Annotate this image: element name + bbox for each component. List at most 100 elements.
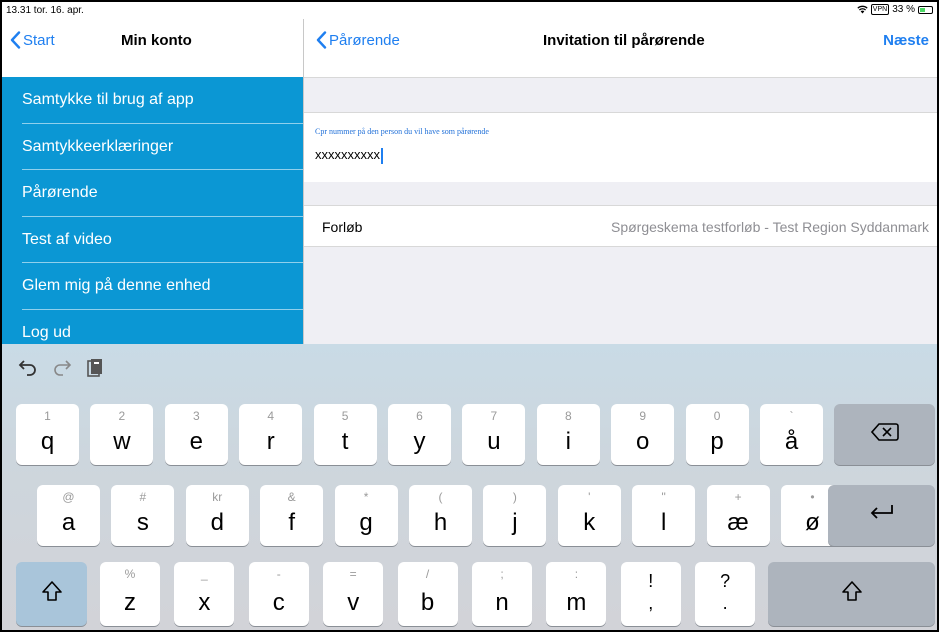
menu-item-label: Glem mig på denne enhed [22, 277, 211, 295]
shift-icon [41, 581, 62, 601]
key-c[interactable]: -c [248, 562, 309, 626]
key-b[interactable]: / b [397, 562, 458, 626]
key-w[interactable]: 2w [90, 404, 154, 465]
key-j[interactable]: ) j [483, 485, 547, 546]
key-æ[interactable]: + æ [706, 485, 770, 546]
undo-icon[interactable] [18, 358, 38, 382]
key-å[interactable]: ` å [760, 404, 823, 465]
status-right: VPN 33 % [857, 4, 933, 15]
section-spacer [304, 77, 937, 112]
key-secondary-label: & [287, 490, 296, 504]
key-secondary-label: ) [512, 490, 517, 504]
key-period[interactable]: ?. [695, 562, 756, 626]
next-button[interactable]: Næste [883, 32, 929, 49]
key-primary-label: n [495, 589, 509, 616]
key-x[interactable]: _ x [174, 562, 235, 626]
key-n[interactable]: ; n [472, 562, 532, 626]
key-secondary-label: : [574, 567, 579, 581]
relatives-back-label: Pårørende [329, 31, 400, 49]
left-panel: Start Min konto Samtykke til brug af app… [2, 19, 304, 344]
key-s[interactable]: # s [111, 485, 175, 546]
key-k[interactable]: ' k [557, 485, 621, 546]
account-menu: Samtykke til brug af app Samtykkeerklæri… [2, 77, 303, 344]
key-secondary-label: 8 [564, 409, 572, 423]
chevron-left-icon [10, 31, 21, 49]
key-primary-label: r [266, 428, 275, 455]
key-secondary-label: ' [588, 490, 591, 504]
shift-key-left[interactable] [16, 562, 87, 626]
cpr-input[interactable]: xxxxxxxxxx [315, 147, 383, 164]
key-u[interactable]: 7u [462, 404, 526, 465]
key-q[interactable]: 1q [16, 404, 79, 465]
course-row[interactable]: Forløb Spørgeskema testforløb - Test Reg… [304, 205, 937, 247]
key-v[interactable]: = v [323, 562, 384, 626]
cpr-input-value: xxxxxxxxxx [315, 147, 380, 162]
key-e[interactable]: 3e [164, 404, 228, 465]
key-secondary-label: ! [648, 571, 654, 591]
key-primary-label: å [784, 428, 799, 455]
menu-item-logout[interactable]: Log ud [2, 310, 303, 345]
key-secondary-label: = [349, 567, 357, 581]
battery-percent: 33 % [892, 4, 915, 15]
key-primary-label: h [433, 509, 448, 536]
key-primary-label: d [210, 509, 224, 536]
key-primary-label: w [113, 428, 131, 455]
key-secondary-label: kr [212, 490, 223, 504]
key-g[interactable]: * g [334, 485, 398, 546]
redo-icon[interactable] [52, 358, 72, 382]
key-secondary-label: 9 [639, 409, 647, 423]
key-secondary-label: - [276, 567, 281, 581]
menu-item-label: Test af video [22, 230, 112, 248]
key-primary-label: s [136, 509, 149, 536]
key-primary-label: æ [727, 509, 749, 536]
key-secondary-label: ` [789, 409, 794, 423]
key-a[interactable]: @ a [37, 485, 100, 546]
paste-icon[interactable] [86, 358, 104, 384]
start-back-button[interactable]: Start [10, 31, 55, 49]
start-back-label: Start [23, 31, 55, 49]
return-key[interactable] [828, 485, 935, 546]
key-r[interactable]: 4r [239, 404, 303, 465]
key-primary-label: l [661, 509, 667, 536]
shift-key-right[interactable] [768, 562, 935, 626]
menu-item-label: Samtykke til brug af app [22, 91, 194, 109]
key-primary-label: c [272, 589, 285, 616]
key-t[interactable]: 5t [313, 404, 377, 465]
key-secondary-label: ; [500, 567, 504, 581]
key-p[interactable]: 0p [685, 404, 749, 465]
key-primary-label: i [565, 428, 571, 455]
battery-icon [918, 5, 933, 14]
menu-item-consent-declarations[interactable]: Samtykkeerklæringer [2, 124, 303, 171]
key-y[interactable]: 6y [388, 404, 451, 465]
key-m[interactable]: :m [546, 562, 607, 626]
key-o[interactable]: 9o [611, 404, 675, 465]
key-secondary-label: " [661, 490, 666, 504]
menu-item-forget-device[interactable]: Glem mig på denne enhed [2, 263, 303, 310]
key-secondary-label: 1 [44, 409, 51, 423]
key-primary-label: b [420, 589, 435, 616]
key-z[interactable]: % z [100, 562, 160, 626]
key-f[interactable]: & f [260, 485, 324, 546]
key-primary-label: t [341, 428, 349, 455]
key-primary-label: f [288, 509, 296, 536]
key-secondary-label: 7 [490, 409, 498, 423]
backspace-key[interactable] [834, 404, 935, 465]
key-d[interactable]: kr d [185, 485, 249, 546]
key-primary-label: e [189, 428, 203, 455]
key-l[interactable]: " l [632, 485, 696, 546]
key-secondary-label: 6 [416, 409, 423, 423]
menu-item-test-video[interactable]: Test af video [2, 217, 303, 264]
key-primary-label: y [413, 428, 426, 455]
cpr-input-cell[interactable]: Cpr nummer på den person du vil have som… [304, 112, 937, 182]
relatives-back-button[interactable]: Pårørende [316, 31, 400, 49]
key-secondary-label: _ [201, 567, 208, 581]
key-comma[interactable]: !, [620, 562, 681, 626]
menu-item-consent-app[interactable]: Samtykke til brug af app [2, 77, 303, 124]
key-i[interactable]: 8i [536, 404, 600, 465]
menu-item-relatives[interactable]: Pårørende [2, 170, 303, 217]
screen: 13.31 tor. 16. apr. VPN 33 % Start Min k… [0, 0, 939, 632]
menu-item-label: Pårørende [22, 184, 98, 202]
return-icon [870, 505, 893, 519]
key-h[interactable]: (h [409, 485, 472, 546]
key-primary-label: m [566, 589, 587, 616]
